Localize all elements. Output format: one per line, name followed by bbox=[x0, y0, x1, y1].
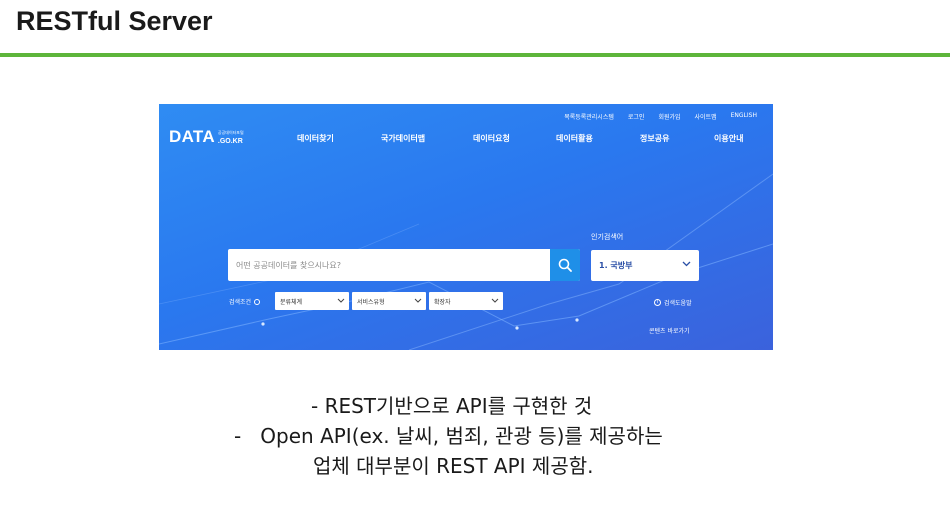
logo-text: DATA bbox=[169, 127, 215, 146]
logo-domain: .GO.KR bbox=[217, 138, 243, 145]
chevron-down-icon bbox=[491, 298, 499, 303]
chevron-down-icon bbox=[414, 298, 422, 303]
service-type-dropdown[interactable]: 서비스유형 bbox=[352, 292, 426, 310]
bullet-item: - REST기반으로 API를 구현한 것 bbox=[311, 394, 593, 418]
utility-links: 목록등록관리시스템 로그인 회원가입 사이트맵 ENGLISH bbox=[564, 112, 757, 121]
chevron-down-icon bbox=[337, 298, 345, 303]
search-icon bbox=[558, 258, 572, 272]
title-divider bbox=[0, 53, 950, 57]
chevron-down-icon bbox=[682, 261, 691, 267]
nav-data-use[interactable]: 데이터활용 bbox=[556, 133, 593, 144]
data-go-kr-screenshot: 목록등록관리시스템 로그인 회원가입 사이트맵 ENGLISH DATA 공공데… bbox=[159, 104, 773, 350]
logo-subtitle: 공공데이터포털 bbox=[217, 130, 244, 135]
nav-find-data[interactable]: 데이터찾기 bbox=[297, 133, 334, 144]
search-help-label: 검색도움말 bbox=[664, 300, 692, 307]
util-link-registry[interactable]: 목록등록관리시스템 bbox=[564, 112, 614, 121]
popular-search-label: 인기검색어 bbox=[591, 233, 624, 241]
nav-data-request[interactable]: 데이터요청 bbox=[473, 133, 510, 144]
extension-dropdown-label: 확장자 bbox=[434, 298, 451, 306]
content-shortcut-link[interactable]: 콘텐츠 바로가기 bbox=[649, 326, 690, 335]
category-dropdown[interactable]: 분류체계 bbox=[275, 292, 349, 310]
util-link-sitemap[interactable]: 사이트맵 bbox=[695, 112, 717, 121]
nav-usage-guide[interactable]: 이용안내 bbox=[714, 133, 743, 144]
nav-national-data-map[interactable]: 국가데이터맵 bbox=[381, 133, 425, 144]
bullet-item: - Open API(ex. 날씨, 범죄, 관광 등)를 제공하는 bbox=[234, 424, 663, 448]
nav-info-share[interactable]: 정보공유 bbox=[640, 133, 669, 144]
search-bar bbox=[228, 249, 580, 281]
util-link-english[interactable]: ENGLISH bbox=[731, 112, 757, 121]
util-link-login[interactable]: 로그인 bbox=[628, 112, 645, 121]
info-icon: i bbox=[654, 299, 661, 306]
search-button[interactable] bbox=[550, 249, 580, 281]
bullet-item: 업체 대부분이 REST API 제공함. bbox=[313, 454, 594, 478]
popular-search-select[interactable]: 1. 국방부 bbox=[591, 250, 699, 281]
util-link-signup[interactable]: 회원가입 bbox=[658, 112, 680, 121]
search-condition-label: 검색조건 bbox=[229, 299, 252, 306]
service-type-dropdown-label: 서비스유형 bbox=[357, 298, 385, 306]
category-dropdown-label: 분류체계 bbox=[280, 298, 303, 306]
search-input[interactable] bbox=[228, 249, 550, 281]
search-help-link[interactable]: i 검색도움말 bbox=[654, 298, 692, 307]
extension-dropdown[interactable]: 확장자 bbox=[429, 292, 503, 310]
search-condition[interactable]: 검색조건 bbox=[229, 297, 261, 306]
slide-title: RESTful Server bbox=[16, 6, 213, 36]
radio-icon bbox=[254, 298, 261, 305]
popular-search-value: 1. 국방부 bbox=[599, 261, 633, 270]
background-decoration bbox=[159, 173, 773, 350]
site-logo[interactable]: DATA 공공데이터포털 .GO.KR bbox=[169, 127, 244, 147]
